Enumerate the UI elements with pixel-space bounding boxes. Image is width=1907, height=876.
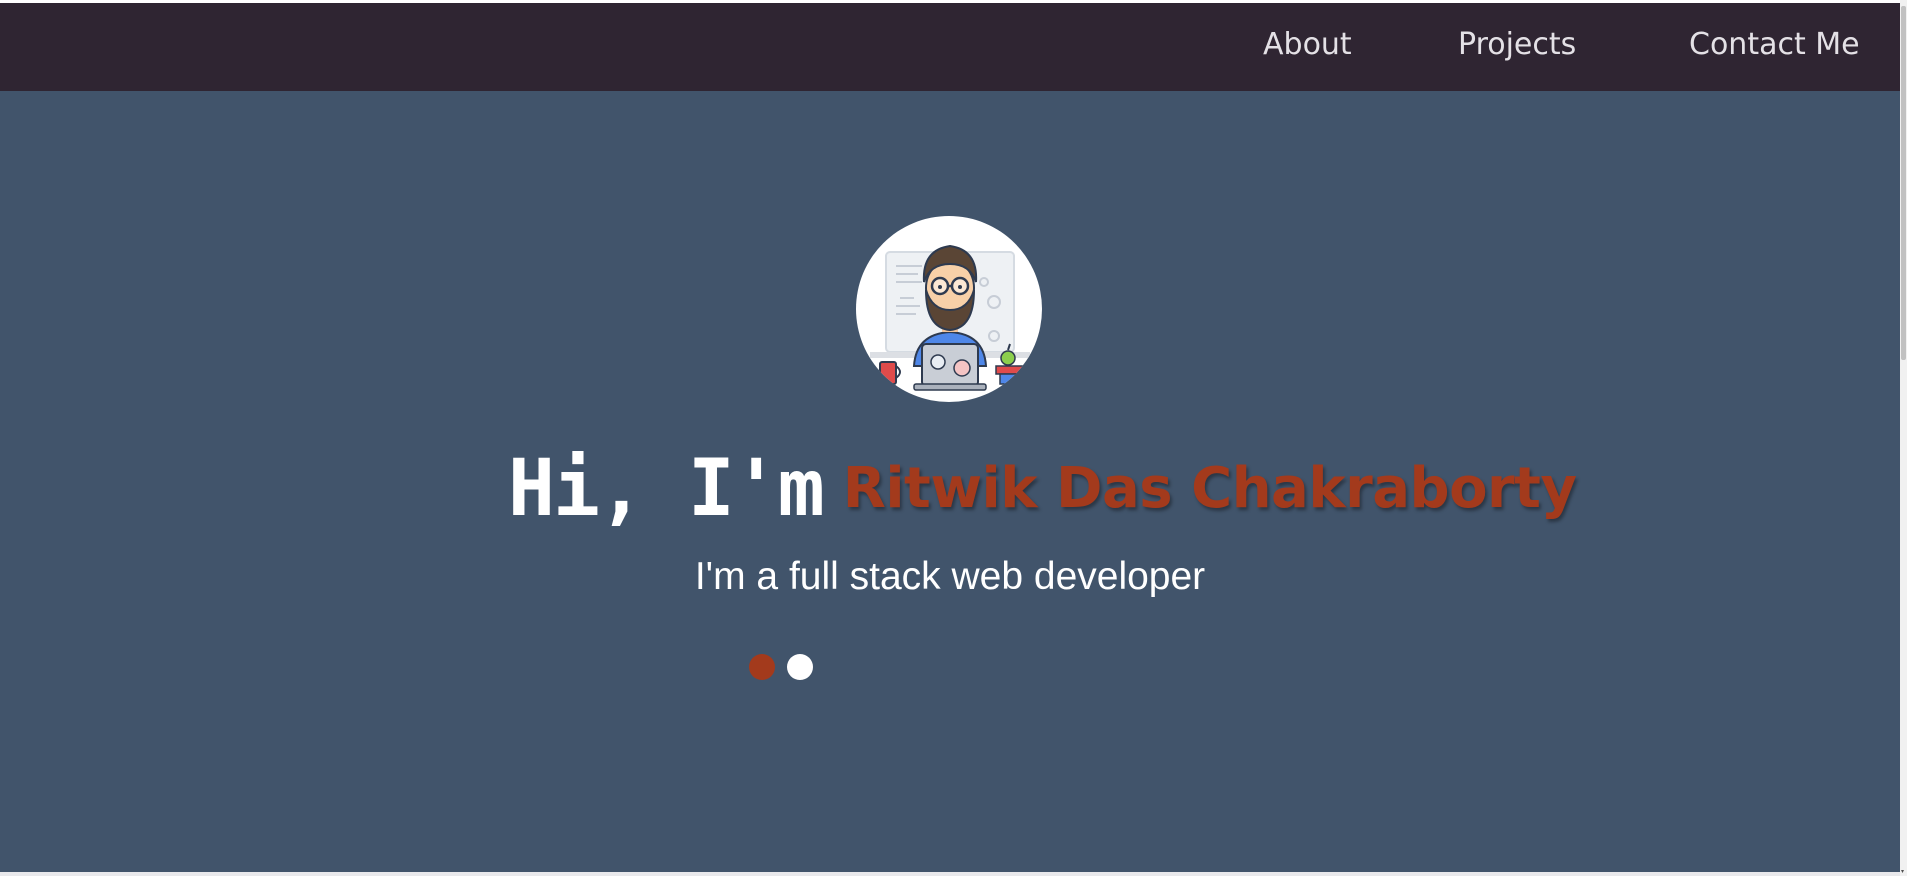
carousel-dot-active[interactable] [749,654,775,680]
developer-name: Ritwik Das Chakraborty [842,456,1577,521]
hero-headline: Hi, I'm Ritwik Das Chakraborty [508,444,1577,534]
hero-tagline: I'm a full stack web developer [694,555,1206,598]
nav-link-projects[interactable]: Projects [1458,25,1576,65]
carousel-dot[interactable] [787,654,813,680]
developer-avatar-icon [856,216,1042,402]
greeting-text: Hi, I'm [508,444,825,534]
page-scrollbar[interactable]: ▾ [1900,0,1907,876]
nav-link-about[interactable]: About [1263,25,1352,65]
nav-link-contact-me[interactable]: Contact Me [1689,25,1860,65]
navbar: About Projects Contact Me [0,3,1900,91]
scrollbar-thumb[interactable] [1901,6,1906,360]
bottom-edge [0,872,1900,876]
scroll-down-icon[interactable]: ▾ [1901,869,1906,875]
page: About Projects Contact Me Hi, I'm Ritwik… [0,0,1907,876]
